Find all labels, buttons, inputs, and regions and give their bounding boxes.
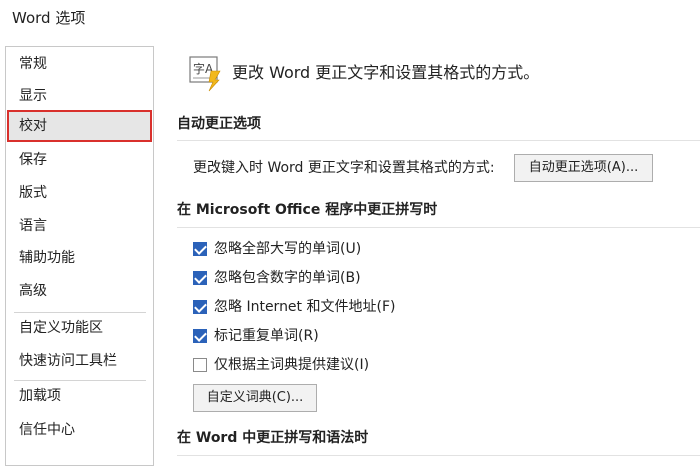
section-divider [177,455,700,456]
section-divider [177,227,700,228]
checkbox-ignore-uppercase[interactable] [193,242,207,256]
option-label: 标记重复单词(R) [214,328,319,344]
proofing-panel: 字A 更改 Word 更正文字和设置其格式的方式。 自动更正选项 更改键入时 W… [160,0,700,459]
checkbox-main-dictionary-only[interactable] [193,358,207,372]
section-title-autocorrect: 自动更正选项 [177,116,261,132]
sidebar-item-advanced[interactable]: 高级 [7,275,152,307]
option-label: 仅根据主词典提供建议(I) [214,357,370,373]
checkbox-ignore-numbers[interactable] [193,271,207,285]
sidebar-item-layout[interactable]: 版式 [7,177,152,209]
sidebar-item-add-ins[interactable]: 加载项 [7,380,152,412]
option-label: 忽略 Internet 和文件地址(F) [214,299,396,315]
proofing-abc-icon: 字A [189,56,225,92]
page-title: 更改 Word 更正文字和设置其格式的方式。 [232,63,540,82]
checkbox-ignore-internet-addresses[interactable] [193,300,207,314]
sidebar-item-customize-ribbon[interactable]: 自定义功能区 [7,312,152,344]
sidebar-item-language[interactable]: 语言 [7,210,152,242]
sidebar-item-quick-access-toolbar[interactable]: 快速访问工具栏 [7,345,152,377]
option-label: 忽略包含数字的单词(B) [214,270,361,286]
custom-dictionaries-button[interactable]: 自定义词典(C)... [193,384,317,412]
sidebar-item-display[interactable]: 显示 [7,80,152,112]
section-title-word-spelling: 在 Word 中更正拼写和语法时 [177,430,369,446]
options-sidebar: 常规 显示 校对 保存 版式 语言 辅助功能 高级 自定义功能区 快速访问工具栏… [5,46,154,466]
option-label: 忽略全部大写的单词(U) [214,241,362,257]
autocorrect-options-button[interactable]: 自动更正选项(A)... [514,154,653,182]
section-divider [177,140,700,141]
sidebar-item-proofing[interactable]: 校对 [7,110,152,142]
autocorrect-description: 更改键入时 Word 更正文字和设置其格式的方式: [193,160,495,176]
sidebar-item-trust-center[interactable]: 信任中心 [7,414,152,446]
sidebar-item-accessibility[interactable]: 辅助功能 [7,242,152,274]
sidebar-item-general[interactable]: 常规 [7,48,152,80]
section-title-office-spelling: 在 Microsoft Office 程序中更正拼写时 [177,202,438,218]
sidebar-item-save[interactable]: 保存 [7,144,152,176]
checkbox-flag-repeated-words[interactable] [193,329,207,343]
